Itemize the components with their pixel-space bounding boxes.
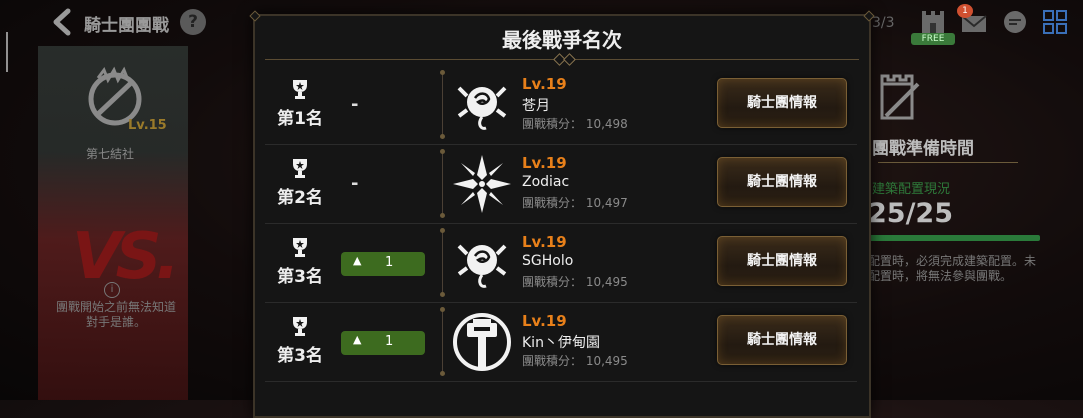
- row-divider: [442, 74, 443, 136]
- rose-icon: [451, 74, 513, 136]
- guild-level: Lv.19: [522, 233, 567, 251]
- hammer-icon: [451, 311, 513, 373]
- divider-dot: [440, 134, 445, 139]
- rank-label: 第2名: [277, 188, 323, 208]
- rank-change: -: [351, 173, 359, 194]
- my-guild-name: 第七結社: [86, 147, 135, 161]
- prep-time-title: 團戰準備時間: [872, 139, 974, 159]
- rank-change-badge: ▲ 1: [341, 331, 425, 355]
- guild-score: 團戰積分： 10,497: [522, 196, 628, 210]
- row-divider: [442, 232, 443, 294]
- rose-icon: [451, 232, 513, 294]
- trophy-icon: [288, 235, 312, 259]
- help-button[interactable]: ?: [180, 9, 206, 35]
- ranking-row: 第2名 - Lv.19 Zodiac 團戰積分： 10,497 騎士團情報: [261, 145, 861, 224]
- ranking-list[interactable]: 第1名 - Lv.19 苍月 團戰積分： 10,498 騎士團情報 第2名 - …: [261, 66, 861, 406]
- info-icon: i: [104, 282, 120, 298]
- guild-score: 團戰積分： 10,498: [522, 117, 628, 131]
- trophy-icon: [288, 77, 312, 101]
- ranking-modal: 最後戰爭名次 第1名 - Lv.19 苍月 團戰積分： 10,498 騎士團情報…: [249, 10, 875, 418]
- my-guild-level: Lv.15: [128, 118, 167, 133]
- guild-level: Lv.19: [522, 75, 567, 93]
- rank-label: 第3名: [277, 267, 323, 287]
- side-handle[interactable]: [6, 32, 8, 72]
- rank-label: 第1名: [277, 109, 323, 129]
- guild-name: SGHolo: [522, 253, 574, 269]
- divider-dot: [440, 292, 445, 297]
- guild-score: 團戰積分： 10,495: [522, 354, 628, 368]
- guild-level: Lv.19: [522, 154, 567, 172]
- divider-dot: [440, 307, 445, 312]
- guild-info-button[interactable]: 騎士團情報: [717, 315, 847, 365]
- castle-battle-icon: [872, 70, 928, 126]
- divider-dot: [440, 149, 445, 154]
- star-burst-icon: [451, 153, 513, 215]
- guild-name: Zodiac: [522, 174, 570, 190]
- notification-badge: 1: [957, 4, 973, 18]
- guild-score: 團戰積分： 10,495: [522, 275, 628, 289]
- trophy-icon: [288, 314, 312, 338]
- vs-mark: VS.: [72, 220, 180, 294]
- screen-title: 騎士團團戰: [84, 16, 169, 36]
- divider-dot: [440, 70, 445, 75]
- config-progress-bar: [868, 235, 1040, 241]
- config-status-label: 建築配置現況: [872, 182, 951, 197]
- trophy-icon: [288, 156, 312, 180]
- attempt-counter: 3/3: [872, 15, 895, 31]
- rank-change-badge: ▲ 1: [341, 252, 425, 276]
- divider-dot: [440, 371, 445, 376]
- grid-menu-icon[interactable]: [1040, 7, 1074, 41]
- up-arrow-icon: ▲: [353, 254, 362, 267]
- guild-info-button[interactable]: 騎士團情報: [717, 78, 847, 128]
- back-arrow-icon[interactable]: [50, 8, 78, 36]
- free-badge: FREE: [911, 33, 955, 45]
- prep-divider: [878, 162, 1018, 163]
- guild-name: Kin丶伊甸園: [522, 335, 600, 351]
- guild-info-button[interactable]: 騎士團情報: [717, 236, 847, 286]
- rank-change: -: [351, 94, 359, 115]
- divider-dot: [440, 228, 445, 233]
- row-separator: [265, 381, 857, 382]
- rank-label: 第3名: [277, 346, 323, 366]
- divider-dot: [440, 213, 445, 218]
- chat-icon[interactable]: [1000, 7, 1034, 41]
- row-divider: [442, 311, 443, 373]
- ranking-row: 第3名 ▲ 1 Lv.19 SGHolo 團戰積分： 10,495 騎士團情報: [261, 224, 861, 303]
- up-arrow-icon: ▲: [353, 333, 362, 346]
- ranking-row: 第3名 ▲ 1 Lv.19 Kin丶伊甸園 團戰積分： 10,495 騎士團情報: [261, 303, 861, 382]
- opponent-notice: 團戰開始之前無法知道對手是誰。: [56, 300, 177, 329]
- modal-title: 最後戰爭名次: [502, 28, 622, 52]
- rank-change: 1: [385, 255, 394, 270]
- rank-change: 1: [385, 334, 394, 349]
- guild-level: Lv.19: [522, 312, 567, 330]
- config-notice: 配置時，必須完成建築配置。未配置時，將無法參與團戰。: [868, 254, 1037, 283]
- row-divider: [442, 153, 443, 215]
- config-status-value: 25/25: [868, 198, 954, 229]
- ranking-row: 第1名 - Lv.19 苍月 團戰積分： 10,498 騎士團情報: [261, 66, 861, 145]
- divider-ornament: [563, 53, 576, 66]
- guild-name: 苍月: [522, 98, 550, 114]
- guild-info-button[interactable]: 騎士團情報: [717, 157, 847, 207]
